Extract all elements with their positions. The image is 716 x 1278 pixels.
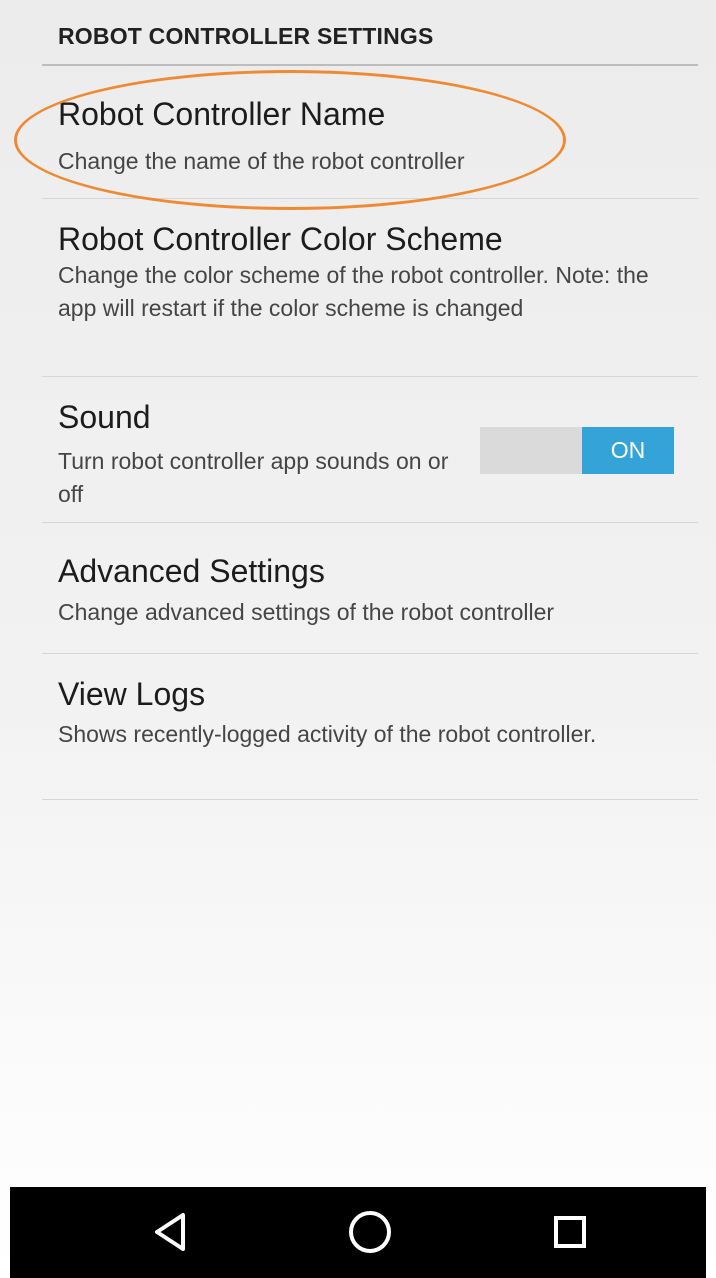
nav-home-button[interactable] — [340, 1207, 400, 1257]
circle-home-icon — [349, 1211, 391, 1253]
toggle-label: ON — [610, 437, 646, 463]
pref-summary: Change the name of the robot controller — [58, 148, 465, 174]
pref-robot-controller-name[interactable]: Robot Controller Name Change the name of… — [42, 66, 698, 199]
pref-summary: Shows recently-logged activity of the ro… — [58, 721, 597, 747]
toggle-thumb: ON — [582, 427, 674, 474]
section-header: ROBOT CONTROLLER SETTINGS — [42, 6, 698, 66]
navigation-bar — [10, 1187, 706, 1278]
pref-view-logs[interactable]: View Logs Shows recently-logged activity… — [42, 654, 698, 800]
sound-toggle-switch[interactable]: ON — [480, 427, 674, 474]
pref-advanced-settings[interactable]: Advanced Settings Change advanced settin… — [42, 523, 698, 654]
pref-title: Advanced Settings — [58, 553, 325, 589]
pref-summary: Change advanced settings of the robot co… — [58, 599, 555, 625]
settings-screen: ROBOT CONTROLLER SETTINGS Robot Controll… — [0, 0, 716, 1278]
pref-title: Robot Controller Color Scheme — [58, 221, 503, 257]
pref-title: Robot Controller Name — [58, 96, 386, 132]
nav-recents-button[interactable] — [540, 1207, 600, 1257]
pref-summary: Change the color scheme of the robot con… — [58, 262, 649, 321]
settings-list: ROBOT CONTROLLER SETTINGS Robot Controll… — [10, 6, 706, 1186]
triangle-back-icon — [155, 1213, 185, 1251]
square-recents-icon — [554, 1216, 586, 1248]
pref-summary: Turn robot controller app sounds on or o… — [58, 448, 449, 507]
pref-title: Sound — [58, 399, 151, 435]
nav-back-button[interactable] — [140, 1207, 200, 1257]
section-header-title: ROBOT CONTROLLER SETTINGS — [58, 23, 434, 49]
pref-color-scheme[interactable]: Robot Controller Color Scheme Change the… — [42, 199, 698, 377]
pref-title: View Logs — [58, 676, 206, 712]
pref-sound[interactable]: Sound Turn robot controller app sounds o… — [42, 377, 698, 523]
